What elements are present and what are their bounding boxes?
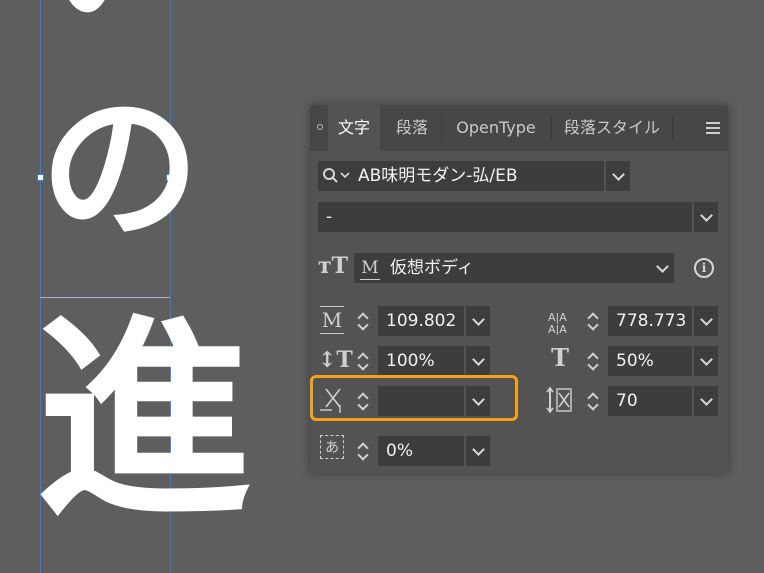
horizontal-scale-icon: T (551, 343, 569, 372)
glyph-susumu: 進 (36, 293, 251, 546)
baseline-dropdown[interactable] (650, 253, 674, 283)
tab-paragraph[interactable]: 段落 (386, 105, 438, 151)
tab-paragraph-styles[interactable]: 段落スタイル (554, 105, 670, 151)
tracking-icon (546, 386, 572, 414)
chevron-down-icon (611, 167, 625, 181)
svg-text:A|A: A|A (548, 323, 567, 335)
baseline-value: 仮想ボディ (390, 258, 474, 278)
vertical-scale-field[interactable]: 100% (378, 346, 464, 376)
leading-stepper[interactable] (584, 306, 602, 336)
font-family-value: AB味明モダン-弘/EB (358, 166, 518, 186)
virtual-body-icon: M (360, 258, 380, 280)
horizontal-scale-field[interactable]: 50% (608, 346, 692, 376)
leading-value: 778.773 (616, 311, 687, 331)
glyph-no: の (40, 74, 201, 262)
font-style-value: - (326, 207, 333, 227)
chevron-down-icon (471, 392, 485, 406)
font-family-dropdown[interactable] (606, 161, 630, 191)
baseline-field[interactable]: 仮想ボディ (354, 253, 660, 283)
kerning-dropdown[interactable] (466, 386, 490, 416)
panel-menu-icon[interactable] (706, 122, 720, 134)
tsume-value: 0% (386, 441, 413, 461)
tab-divider (551, 115, 552, 141)
leading-field[interactable]: 778.773 (608, 306, 692, 336)
chevron-down-icon (655, 259, 669, 273)
horizontal-scale-value: 50% (616, 351, 654, 371)
horizontal-scale-stepper[interactable] (584, 346, 602, 376)
horizontal-scale-dropdown[interactable] (694, 346, 718, 376)
vertical-scale-stepper[interactable] (354, 346, 372, 376)
font-size-stepper[interactable] (354, 306, 372, 336)
tracking-stepper[interactable] (584, 386, 602, 416)
kerning-icon (320, 388, 341, 413)
character-panel: 文字 段落 OpenType 段落スタイル AB味明モダン-弘/EB - ᴛT … (310, 105, 728, 473)
chevron-down-icon (471, 312, 485, 326)
tsume-icon: あ (320, 435, 344, 459)
tsume-stepper[interactable] (354, 436, 372, 466)
chevron-down-icon (699, 392, 713, 406)
tracking-dropdown[interactable] (694, 386, 718, 416)
tab-divider (441, 115, 442, 141)
tab-opentype[interactable]: OpenType (444, 105, 548, 151)
font-size-field[interactable]: 109.802 (378, 306, 464, 336)
font-size-dropdown[interactable] (466, 306, 490, 336)
character-baseline-icon: ᴛT (318, 253, 349, 279)
leading-dropdown[interactable] (694, 306, 718, 336)
tsume-field[interactable]: 0% (378, 436, 464, 466)
panel-collapse-icon[interactable] (317, 124, 323, 130)
tab-character[interactable]: 文字 (328, 105, 380, 151)
tsume-dropdown[interactable] (466, 436, 490, 466)
font-family-field[interactable]: AB味明モダン-弘/EB (318, 161, 604, 191)
kerning-field[interactable] (378, 386, 464, 416)
panel-tab-bar: 文字 段落 OpenType 段落スタイル (310, 105, 728, 151)
tracking-field[interactable]: 70 (608, 386, 692, 416)
glyph-top: い (40, 0, 170, 28)
chevron-down-icon (471, 352, 485, 366)
font-style-dropdown[interactable] (694, 202, 718, 232)
info-icon[interactable]: i (694, 258, 714, 278)
vertical-scale-value: 100% (386, 351, 435, 371)
kerning-stepper[interactable] (354, 386, 372, 416)
vertical-scale-icon: ↕T (318, 347, 353, 373)
font-size-value: 109.802 (386, 311, 457, 331)
font-style-field[interactable]: - (318, 202, 692, 232)
chevron-down-icon (699, 312, 713, 326)
tracking-value: 70 (616, 391, 638, 411)
font-size-icon: M (320, 306, 344, 334)
leading-icon: A|A A|A (548, 311, 567, 335)
chevron-down-icon (471, 442, 485, 456)
tab-divider (672, 115, 673, 141)
chevron-down-icon (699, 208, 713, 222)
chevron-down-icon (699, 352, 713, 366)
search-icon[interactable] (322, 167, 352, 185)
vertical-scale-dropdown[interactable] (466, 346, 490, 376)
